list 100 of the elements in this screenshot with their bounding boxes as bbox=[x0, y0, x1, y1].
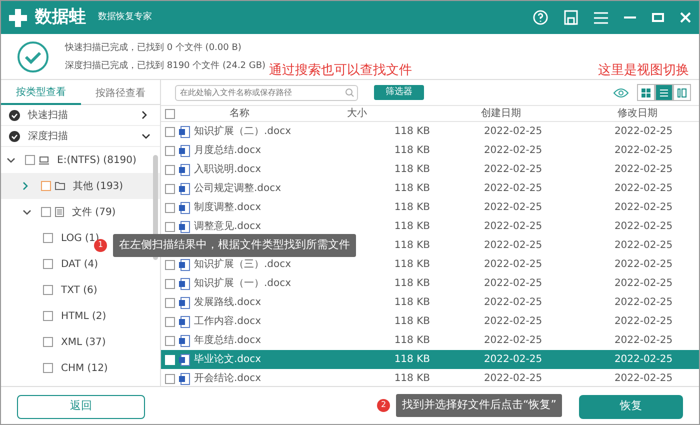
search-icon[interactable] bbox=[345, 88, 354, 98]
tree-item-label[interactable]: 其他 (193) bbox=[73, 178, 124, 194]
maximize-icon[interactable] bbox=[652, 13, 664, 22]
selected-row-highlight[interactable]: 毕业论文.docx 118 KB 2022-02-25 2022-02-25 bbox=[161, 350, 699, 369]
row-checkbox[interactable] bbox=[165, 184, 175, 194]
tree-row-highlight[interactable]: 其他 (193) bbox=[1, 173, 160, 199]
file-size: 118 KB bbox=[394, 144, 430, 158]
column-header[interactable]: 修改日期 bbox=[618, 106, 658, 121]
row-checkbox[interactable] bbox=[165, 316, 175, 326]
document-icon bbox=[55, 207, 64, 217]
filter-button[interactable]: 筛选器 bbox=[374, 85, 424, 100]
eye-icon[interactable] bbox=[613, 88, 629, 98]
checkbox[interactable] bbox=[43, 259, 53, 269]
row-checkbox[interactable] bbox=[165, 336, 175, 346]
view-tab[interactable]: 按路径查看 bbox=[80, 80, 160, 105]
step-number-badge: 1 bbox=[94, 238, 107, 252]
row-checkbox[interactable] bbox=[165, 222, 175, 232]
tree-item-label[interactable]: DAT (4) bbox=[61, 256, 98, 272]
row-checkbox[interactable] bbox=[165, 298, 175, 308]
chevron-icon[interactable] bbox=[142, 134, 150, 138]
row-checkbox[interactable] bbox=[165, 278, 175, 288]
list-icon bbox=[658, 86, 670, 98]
file-size: 118 KB bbox=[394, 125, 430, 139]
modified-date: 2022-02-25 bbox=[614, 220, 673, 234]
word-document-icon bbox=[179, 316, 190, 328]
row-checkbox[interactable] bbox=[165, 146, 175, 156]
caret-icon[interactable] bbox=[23, 210, 31, 214]
created-date: 2022-02-25 bbox=[484, 315, 542, 329]
file-name[interactable]: 月度总结.docx bbox=[194, 143, 308, 158]
select-all-checkbox[interactable] bbox=[165, 108, 175, 118]
scan-label[interactable]: 快速扫描 bbox=[28, 108, 134, 122]
word-document-icon bbox=[179, 372, 190, 384]
file-name[interactable]: 公司规定调整.docx bbox=[194, 181, 308, 196]
caret-icon[interactable] bbox=[7, 158, 15, 162]
modified-date: 2022-02-25 bbox=[614, 182, 673, 196]
grid-icon bbox=[640, 86, 652, 98]
row-checkbox[interactable] bbox=[165, 374, 175, 384]
minimize-icon[interactable] bbox=[624, 16, 636, 19]
word-document-icon bbox=[179, 354, 190, 366]
view-tab[interactable]: 按类型查看 bbox=[1, 80, 80, 105]
tree-item-label[interactable]: XML (37) bbox=[61, 334, 106, 350]
drive-icon bbox=[39, 156, 49, 164]
step-number-badge: 2 bbox=[377, 398, 390, 412]
file-name[interactable]: 调整意见.docx bbox=[194, 219, 308, 234]
row-checkbox[interactable] bbox=[165, 126, 175, 136]
checkbox[interactable] bbox=[41, 207, 51, 217]
created-date: 2022-02-25 bbox=[484, 144, 542, 158]
save-icon[interactable] bbox=[564, 10, 578, 25]
search-field[interactable]: 在此处输入文件名称或保存路径 bbox=[175, 84, 358, 101]
help-icon[interactable] bbox=[533, 10, 548, 25]
checkbox[interactable] bbox=[43, 363, 53, 373]
column-header[interactable]: 创建日期 bbox=[481, 106, 521, 121]
tree-item-label[interactable]: E:(NTFS) (8190) bbox=[57, 152, 136, 168]
close-icon[interactable] bbox=[680, 12, 691, 23]
recover-button[interactable]: 恢复 bbox=[579, 394, 683, 418]
row-checkbox[interactable] bbox=[165, 260, 175, 270]
file-name[interactable]: 制度调整.docx bbox=[194, 200, 308, 215]
checkbox[interactable] bbox=[41, 181, 51, 191]
checkbox[interactable] bbox=[43, 285, 53, 295]
file-size: 118 KB bbox=[394, 334, 430, 348]
file-size: 118 KB bbox=[394, 296, 430, 310]
tree-item-label[interactable]: CHM (12) bbox=[61, 360, 108, 376]
column-header[interactable]: 大小 bbox=[347, 106, 367, 121]
file-name[interactable]: 工作内容.docx bbox=[194, 314, 308, 329]
file-name[interactable]: 发展路线.docx bbox=[194, 295, 308, 310]
chevron-icon[interactable] bbox=[142, 111, 147, 119]
annotation-text: 通过搜索也可以查找文件 bbox=[269, 62, 412, 80]
checkbox[interactable] bbox=[43, 311, 53, 321]
row-checkbox[interactable] bbox=[165, 202, 175, 212]
checkbox[interactable] bbox=[43, 233, 53, 243]
created-date: 2022-02-25 bbox=[484, 258, 542, 272]
file-name[interactable]: 年度总结.docx bbox=[194, 333, 308, 348]
scan-label[interactable]: 深度扫描 bbox=[28, 128, 134, 144]
caret-icon[interactable] bbox=[23, 182, 28, 190]
list-view-button[interactable] bbox=[655, 84, 673, 101]
detail-view-button[interactable] bbox=[673, 84, 691, 101]
column-header[interactable]: 名称 bbox=[183, 106, 296, 121]
file-name[interactable]: 开会结论.docx bbox=[194, 371, 308, 386]
tree-item-label[interactable]: HTML (2) bbox=[61, 308, 106, 324]
file-name[interactable]: 知识扩展（三）.docx bbox=[194, 257, 308, 272]
back-button[interactable]: 返回 bbox=[17, 394, 145, 418]
scan-status-text: 深度扫描已完成，已找到 8190 个文件 (24.2 GB) bbox=[65, 60, 266, 72]
modified-date: 2022-02-25 bbox=[614, 315, 673, 329]
file-name[interactable]: 知识扩展（二）.docx bbox=[194, 124, 308, 139]
row-checkbox[interactable] bbox=[165, 164, 175, 174]
checkbox[interactable] bbox=[25, 155, 35, 165]
tree-item-label[interactable]: 文件 (79) bbox=[72, 204, 116, 220]
grid-view-button[interactable] bbox=[637, 84, 655, 101]
created-date: 2022-02-25 bbox=[484, 182, 542, 196]
modified-date: 2022-02-25 bbox=[614, 258, 673, 272]
file-size: 118 KB bbox=[394, 315, 430, 329]
created-date: 2022-02-25 bbox=[484, 239, 542, 253]
menu-icon[interactable] bbox=[594, 12, 608, 24]
columns-icon bbox=[676, 86, 688, 98]
file-name[interactable]: 入职说明.docx bbox=[194, 162, 308, 177]
file-name[interactable]: 知识扩展（一）.docx bbox=[194, 276, 308, 291]
modified-date: 2022-02-25 bbox=[614, 163, 673, 177]
file-name[interactable]: 毕业论文.docx bbox=[194, 352, 308, 367]
checkbox[interactable] bbox=[43, 337, 53, 347]
tree-item-label[interactable]: TXT (6) bbox=[61, 282, 98, 298]
